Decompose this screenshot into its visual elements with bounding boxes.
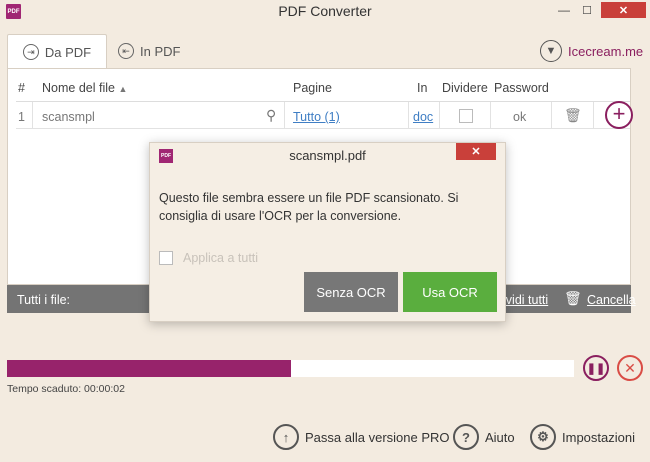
cell-divider	[490, 102, 491, 128]
row-pages-link[interactable]: Tutto (1)	[293, 110, 340, 124]
plus-icon: +	[612, 101, 626, 126]
pause-icon: ❚❚	[586, 362, 606, 375]
column-header-split: Dividere	[442, 81, 488, 95]
arrow-up-icon: ↑	[273, 424, 299, 450]
pause-button[interactable]: ❚❚	[583, 355, 609, 381]
ocr-dialog: PDF scansmpl.pdf ✕ Questo file sembra es…	[149, 142, 506, 322]
sort-asc-icon: ▲	[118, 84, 128, 94]
cell-divider	[439, 102, 440, 128]
brand-label: Icecream.me	[568, 43, 644, 59]
question-icon: ?	[453, 424, 479, 450]
cell-divider	[593, 102, 594, 128]
all-files-label: Tutti i file:	[17, 293, 71, 307]
row-filename: scansmpl	[42, 110, 95, 124]
split-checkbox[interactable]	[459, 109, 473, 123]
row-password-status: ok	[513, 110, 527, 124]
close-button[interactable]: ✕	[601, 2, 646, 18]
add-file-button[interactable]: +	[605, 101, 633, 129]
dialog-message: Questo file sembra essere un file PDF sc…	[159, 191, 459, 223]
cancel-link[interactable]: Cancella	[587, 293, 636, 307]
cell-divider	[551, 102, 552, 128]
maximize-button[interactable]: ☐	[576, 2, 598, 18]
dialog-close-button[interactable]: ✕	[456, 143, 496, 160]
apply-all-label: Applica a tutti	[183, 251, 259, 265]
apply-all-checkbox[interactable]	[159, 251, 173, 265]
help-label: Aiuto	[485, 429, 515, 445]
column-header-pages: Pagine	[293, 81, 332, 95]
upgrade-pro-label: Passa alla versione PRO	[305, 429, 450, 445]
settings-label: Impostazioni	[562, 429, 635, 445]
column-header-number: #	[18, 81, 25, 95]
pdf-to-file-icon: ⇥	[22, 44, 39, 60]
trash-icon[interactable]: 🗑	[564, 107, 582, 124]
title-bar: PDF PDF Converter — ☐ ✕	[0, 0, 650, 24]
icecream-icon: ▼	[540, 40, 562, 62]
close-icon: ✕	[624, 359, 636, 376]
tab-from-pdf[interactable]: ⇥ Da PDF	[7, 34, 107, 69]
tab-to-pdf[interactable]: ⇤ In PDF	[118, 34, 180, 68]
tab-to-pdf-label: In PDF	[140, 43, 181, 59]
stop-button[interactable]: ✕	[617, 355, 643, 381]
elapsed-time: Tempo scaduto: 00:00:02	[7, 383, 125, 395]
row-divider	[16, 128, 630, 129]
minimize-button[interactable]: —	[553, 2, 575, 18]
settings-button[interactable]: ⚙ Impostazioni	[530, 424, 635, 450]
trash-icon[interactable]: 🗑	[564, 290, 582, 307]
search-icon[interactable]: ⚲	[266, 107, 276, 124]
gear-icon: ⚙	[530, 424, 556, 450]
dialog-title: scansmpl.pdf	[289, 148, 366, 163]
cell-divider	[32, 102, 33, 128]
file-to-pdf-icon: ⇤	[118, 43, 134, 59]
column-header-filename-label: Nome del file	[42, 81, 115, 95]
header-divider	[16, 101, 630, 102]
upgrade-pro-button[interactable]: ↑ Passa alla versione PRO	[273, 424, 450, 450]
use-ocr-button[interactable]: Usa OCR	[403, 272, 497, 312]
column-header-password: Password	[494, 81, 549, 95]
no-ocr-button[interactable]: Senza OCR	[304, 272, 398, 312]
cell-divider	[284, 102, 285, 128]
progress-fill	[7, 360, 291, 377]
column-header-filename[interactable]: Nome del file ▲	[42, 81, 127, 95]
tab-from-pdf-label: Da PDF	[44, 44, 92, 60]
cell-divider	[408, 102, 409, 128]
row-format-link[interactable]: doc	[413, 110, 433, 124]
help-button[interactable]: ? Aiuto	[453, 424, 515, 450]
progress-bar	[7, 360, 574, 377]
row-number: 1	[18, 110, 25, 124]
brand-link[interactable]: ▼ Icecream.me	[540, 39, 643, 63]
column-header-in: In	[417, 81, 428, 95]
